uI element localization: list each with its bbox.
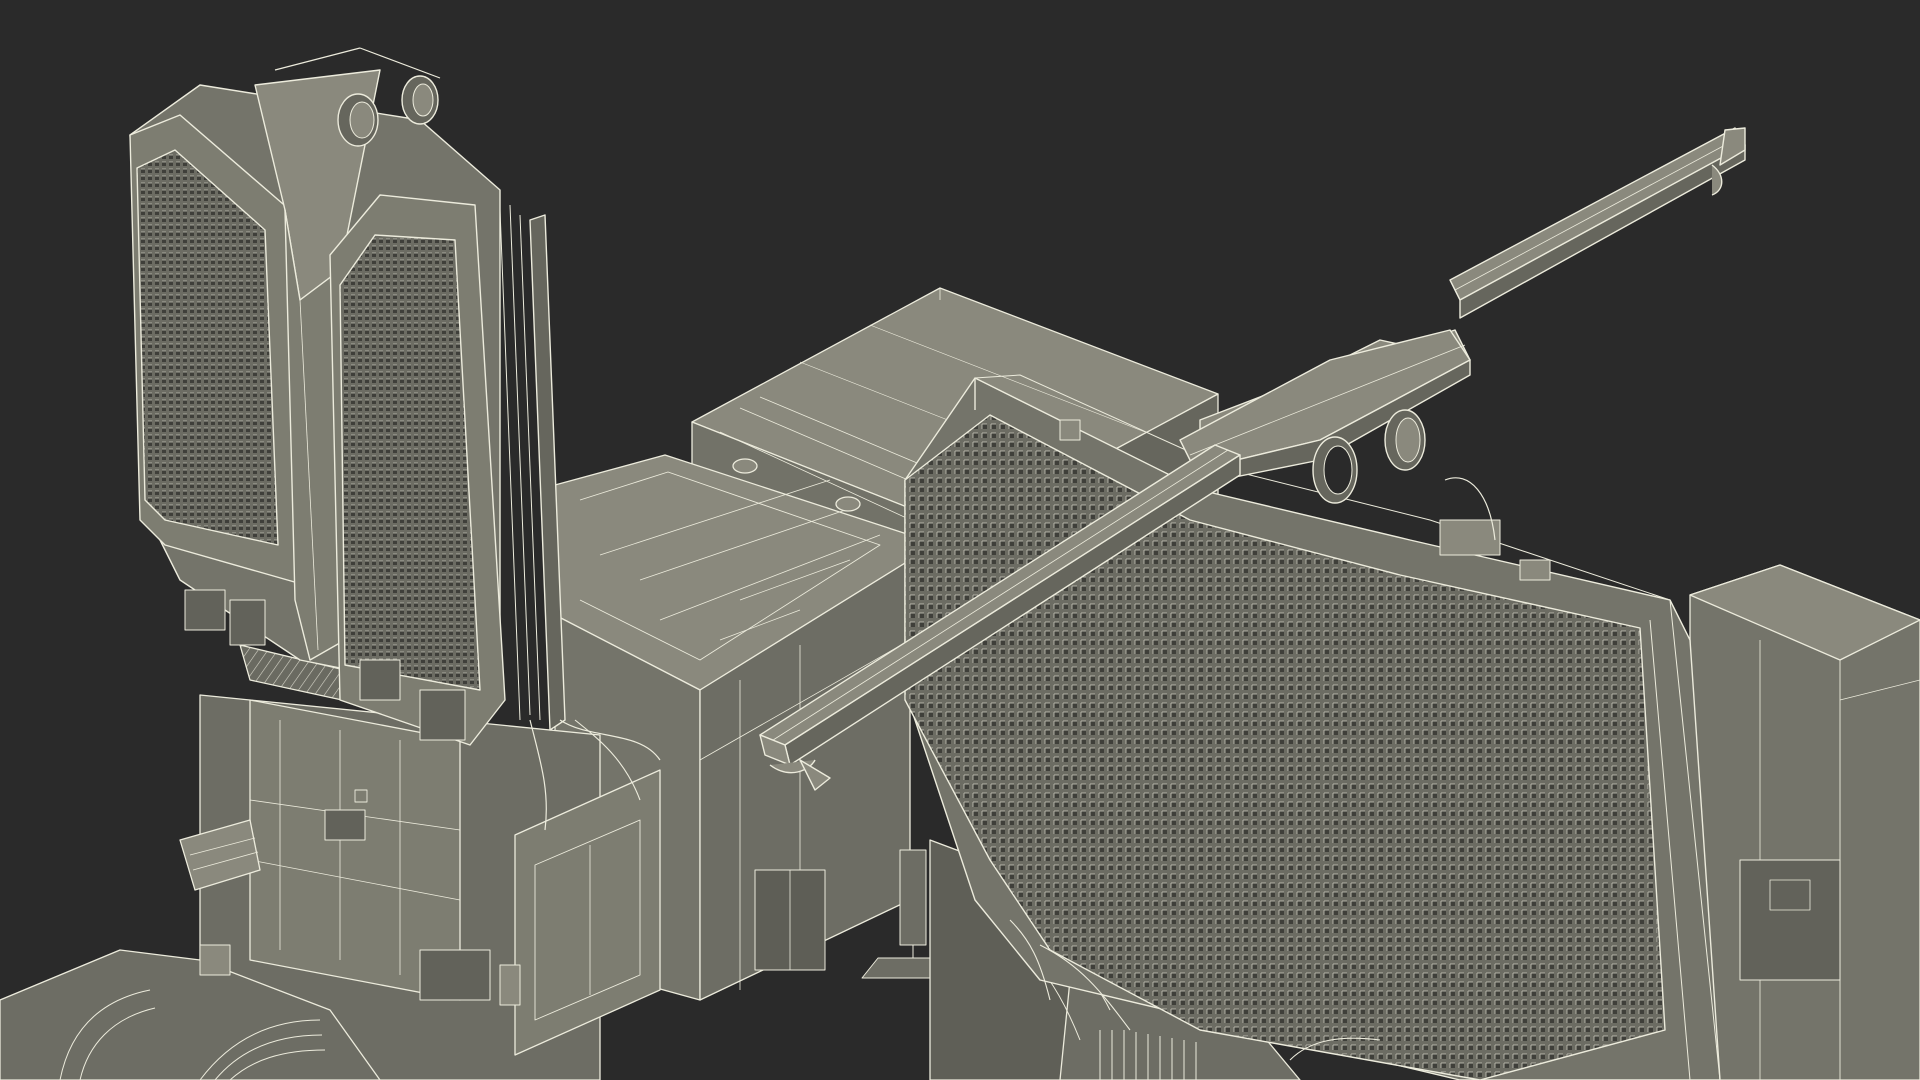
- wireframe-render: [0, 0, 1920, 1080]
- right-body: [1689, 564, 1920, 1080]
